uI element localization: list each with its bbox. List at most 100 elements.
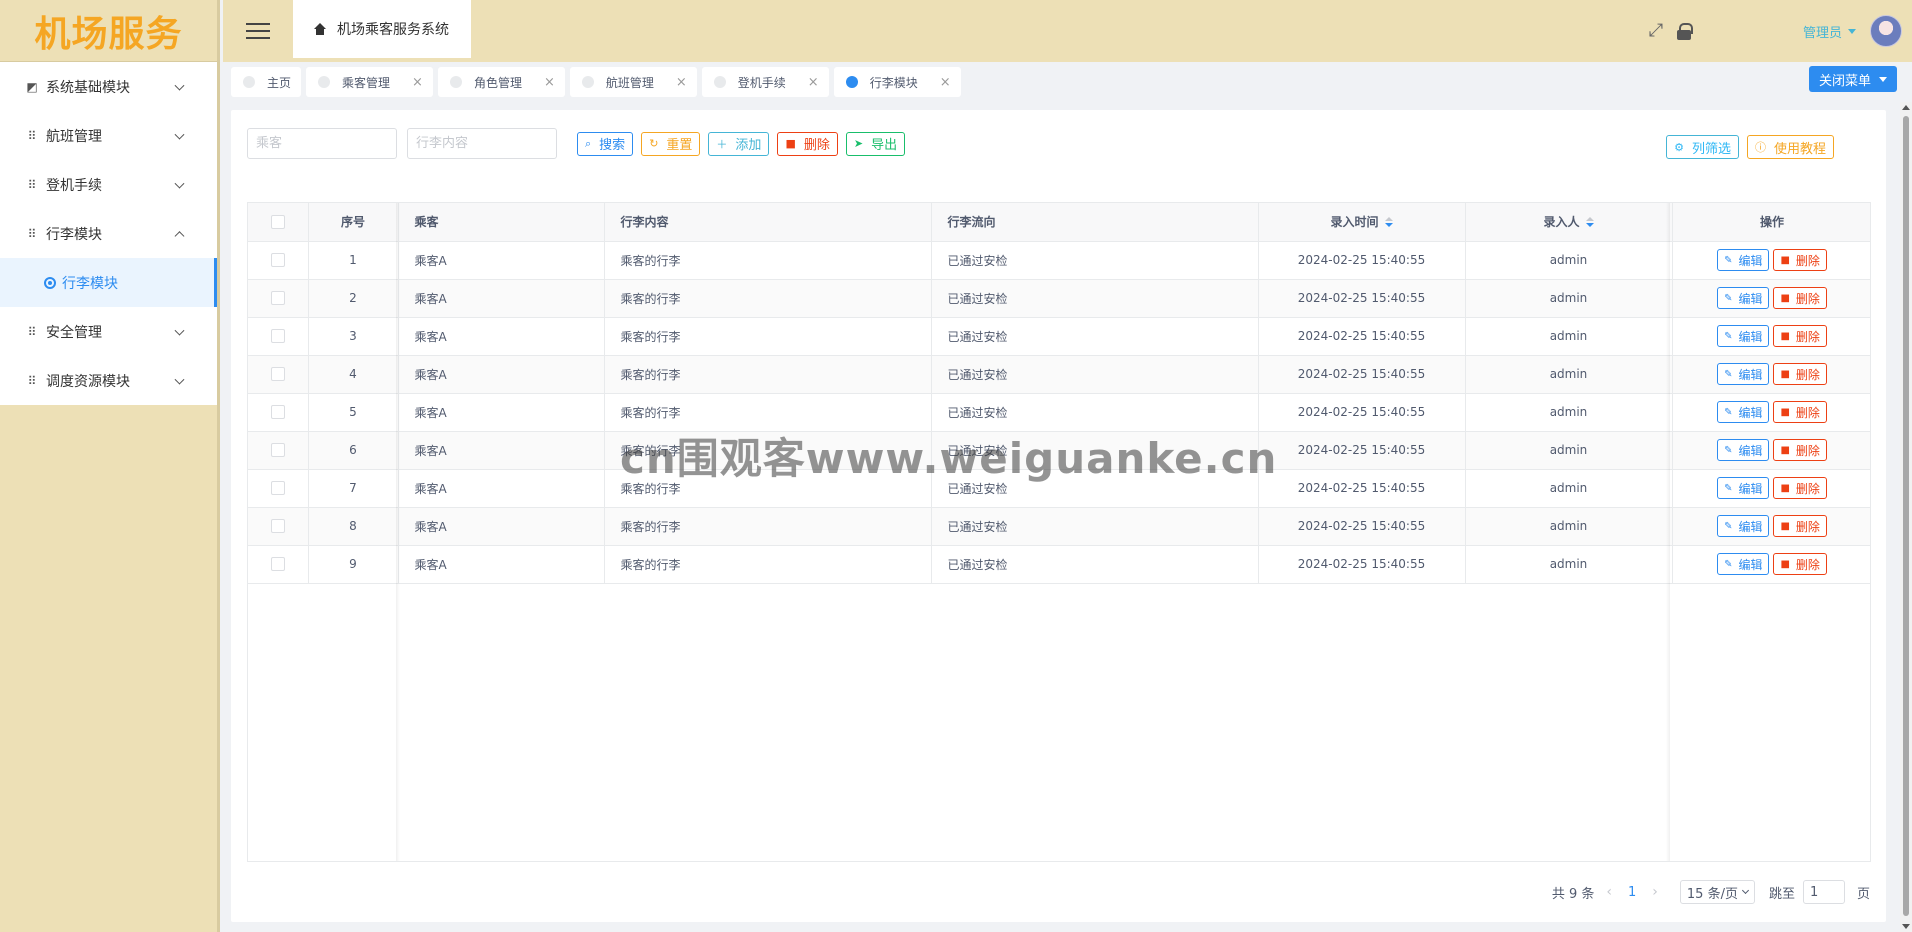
cell-index: 2 xyxy=(308,279,399,318)
sidebar-item-security[interactable]: ⠿ 安全管理 xyxy=(0,307,217,356)
page-size-select[interactable]: 15 条/页 xyxy=(1679,880,1755,904)
scroll-thumb[interactable] xyxy=(1903,116,1909,916)
breadcrumb[interactable]: 机场乘客服务系统 xyxy=(293,0,471,58)
pagination-total: 共 9 条 xyxy=(1551,886,1595,902)
edit-button[interactable]: ✎ 编辑 xyxy=(1717,401,1770,423)
edit-button[interactable]: ✎ 编辑 xyxy=(1717,477,1770,499)
sidebar-item-baggage[interactable]: ⠿ 行李模块 xyxy=(0,209,217,258)
row-delete-button[interactable]: ■ 删除 xyxy=(1773,553,1827,575)
row-checkbox[interactable] xyxy=(270,443,285,458)
row-checkbox[interactable] xyxy=(270,519,285,534)
next-page-icon[interactable]: › xyxy=(1652,884,1658,900)
tab-passenger[interactable]: 乘客管理 × xyxy=(306,67,433,97)
select-all-checkbox[interactable] xyxy=(270,215,285,229)
edit-button[interactable]: ✎ 编辑 xyxy=(1717,249,1770,271)
app-logo[interactable]: 机场服务 xyxy=(0,0,217,62)
tab-baggage[interactable]: 行李模块 × xyxy=(833,67,961,97)
scroll-up-icon[interactable] xyxy=(1902,105,1910,110)
row-checkbox[interactable] xyxy=(270,557,285,572)
cell-flow: 已通过安检 xyxy=(931,393,1259,432)
table-row[interactable]: 2 乘客A 乘客的行李 已通过安检 2024-02-25 15:40:55 admin ✎ 编… xyxy=(248,279,1870,318)
table-row[interactable]: 1 乘客A 乘客的行李 已通过安检 2024-02-25 15:40:55 admin ✎ 编… xyxy=(248,241,1870,280)
table-row[interactable]: 7 乘客A 乘客的行李 已通过安检 2024-02-25 15:40:55 admin ✎ 编… xyxy=(248,469,1870,508)
edit-button[interactable]: ✎ 编辑 xyxy=(1717,553,1770,575)
row-delete-button[interactable]: ■ 删除 xyxy=(1773,515,1827,537)
jump-page-input[interactable] xyxy=(1802,880,1845,904)
cell-index: 5 xyxy=(308,393,399,432)
prev-page-icon[interactable]: ‹ xyxy=(1606,884,1612,900)
tab-boarding[interactable]: 登机手续 × xyxy=(701,67,829,97)
edit-button[interactable]: ✎ 编辑 xyxy=(1717,439,1770,461)
row-delete-button[interactable]: ■ 删除 xyxy=(1773,287,1827,309)
close-icon[interactable]: × xyxy=(940,75,951,90)
menu-toggle-icon[interactable] xyxy=(223,0,293,62)
edit-button[interactable]: ✎ 编辑 xyxy=(1717,287,1770,309)
scroll-down-icon[interactable] xyxy=(1902,924,1910,929)
sort-icon[interactable] xyxy=(1585,216,1594,229)
tab-role[interactable]: 角色管理 × xyxy=(437,67,565,97)
row-checkbox[interactable] xyxy=(270,291,285,306)
column-filter-button[interactable]: ⚙ 列筛选 xyxy=(1666,135,1739,159)
row-delete-button[interactable]: ■ 删除 xyxy=(1773,401,1827,423)
col-time-label: 录入时间 xyxy=(1330,215,1379,230)
row-checkbox[interactable] xyxy=(270,329,285,344)
tutorial-button[interactable]: ⓘ 使用教程 xyxy=(1746,135,1834,159)
delete-button[interactable]: ■ 删除 xyxy=(777,131,838,156)
close-icon[interactable]: × xyxy=(412,75,423,90)
page-scrollbar[interactable] xyxy=(1900,102,1912,932)
fullscreen-icon[interactable]: ⤢ xyxy=(1647,22,1665,40)
row-delete-button[interactable]: ■ 删除 xyxy=(1773,249,1827,271)
edit-button[interactable]: ✎ 编辑 xyxy=(1717,515,1770,537)
table-row[interactable]: 9 乘客A 乘客的行李 已通过安检 2024-02-25 15:40:55 admin ✎ 编… xyxy=(248,545,1870,584)
row-delete-button[interactable]: ■ 删除 xyxy=(1773,439,1827,461)
close-menu-label: 关闭菜单 xyxy=(1818,73,1871,89)
page-number[interactable]: 1 xyxy=(1628,885,1636,900)
search-button[interactable]: ⌕ 搜索 xyxy=(577,131,634,156)
sidebar-item-system-basic[interactable]: ◩ 系统基础模块 xyxy=(0,62,217,111)
table-row[interactable]: 5 乘客A 乘客的行李 已通过安检 2024-02-25 15:40:55 admin ✎ 编… xyxy=(248,393,1870,432)
edit-button-label: 编辑 xyxy=(1738,443,1763,458)
row-delete-button[interactable]: ■ 删除 xyxy=(1773,477,1827,499)
table-row[interactable]: 6 乘客A 乘客的行李 已通过安检 2024-02-25 15:40:55 admin ✎ 编… xyxy=(248,431,1870,470)
add-button[interactable]: ＋ 添加 xyxy=(708,131,770,156)
lock-icon[interactable] xyxy=(1676,23,1693,40)
reset-button[interactable]: ↻ 重置 xyxy=(641,131,701,156)
tab-home[interactable]: 主页 xyxy=(231,67,302,97)
cell-passenger: 乘客A xyxy=(398,317,605,356)
table-row[interactable]: 4 乘客A 乘客的行李 已通过安检 2024-02-25 15:40:55 admin ✎ 编… xyxy=(248,355,1870,394)
row-delete-button[interactable]: ■ 删除 xyxy=(1773,363,1827,385)
col-by[interactable]: 录入人 xyxy=(1465,203,1673,242)
close-icon[interactable]: × xyxy=(808,75,819,90)
tab-flight[interactable]: 航班管理 × xyxy=(569,67,697,97)
sidebar-item-flight[interactable]: ⠿ 航班管理 xyxy=(0,111,217,160)
page-size-label: 15 条/页 xyxy=(1686,886,1738,902)
row-checkbox[interactable] xyxy=(270,405,285,420)
caret-down-icon[interactable] xyxy=(1848,28,1856,34)
col-time[interactable]: 录入时间 xyxy=(1258,203,1466,242)
avatar[interactable] xyxy=(1870,15,1902,47)
export-button[interactable]: ➤ 导出 xyxy=(845,131,906,156)
edit-button[interactable]: ✎ 编辑 xyxy=(1717,363,1770,385)
add-button-label: 添加 xyxy=(735,138,762,153)
table-row[interactable]: 8 乘客A 乘客的行李 已通过安检 2024-02-25 15:40:55 admin ✎ 编… xyxy=(248,507,1870,546)
sidebar-item-dispatch[interactable]: ⠿ 调度资源模块 xyxy=(0,356,217,405)
close-menu-button[interactable]: 关闭菜单 xyxy=(1808,66,1897,92)
row-checkbox[interactable] xyxy=(270,481,285,496)
table-row[interactable]: 3 乘客A 乘客的行李 已通过安检 2024-02-25 15:40:55 admin ✎ 编… xyxy=(248,317,1870,356)
row-checkbox[interactable] xyxy=(270,253,285,268)
row-delete-label: 删除 xyxy=(1795,557,1820,572)
close-icon[interactable]: × xyxy=(544,75,555,90)
cell-time: 2024-02-25 15:40:55 xyxy=(1258,393,1466,432)
cell-by: admin xyxy=(1465,355,1673,394)
passenger-input[interactable] xyxy=(247,128,397,159)
edit-button[interactable]: ✎ 编辑 xyxy=(1717,325,1770,347)
row-delete-button[interactable]: ■ 删除 xyxy=(1773,325,1827,347)
user-name[interactable]: 管理员 xyxy=(1803,22,1842,41)
row-delete-label: 删除 xyxy=(1795,443,1820,458)
row-checkbox[interactable] xyxy=(270,367,285,382)
baggage-content-input[interactable] xyxy=(407,128,557,159)
sidebar-item-boarding[interactable]: ⠿ 登机手续 xyxy=(0,160,217,209)
sidebar-subitem-baggage[interactable]: 行李模块 xyxy=(0,258,217,307)
sort-icon[interactable] xyxy=(1384,216,1393,229)
close-icon[interactable]: × xyxy=(676,75,687,90)
